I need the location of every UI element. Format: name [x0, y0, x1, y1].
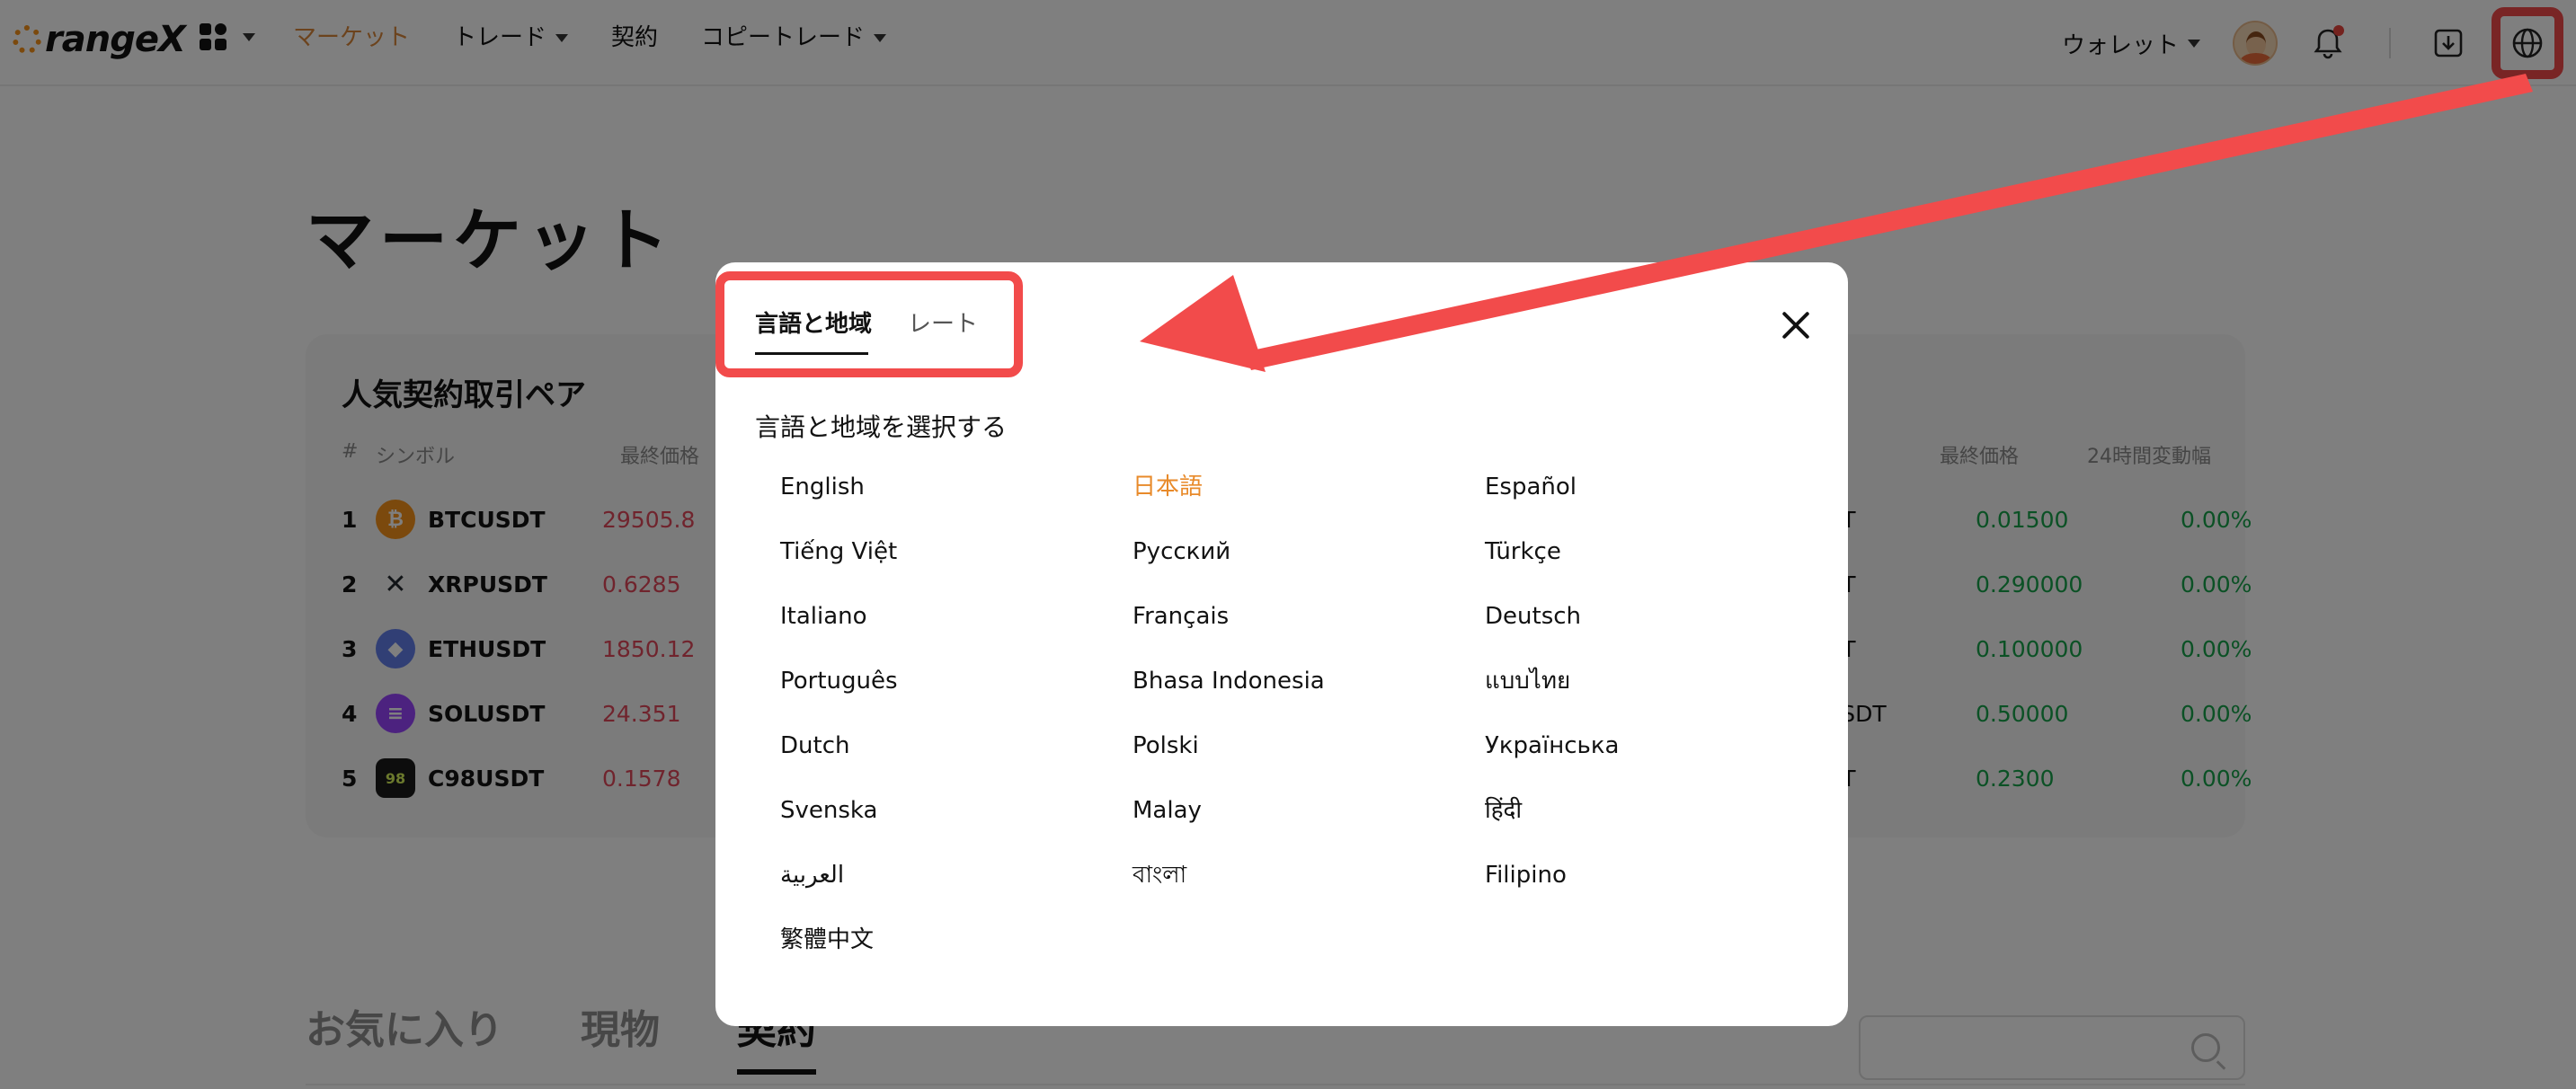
language-option[interactable]: Malay: [1133, 792, 1485, 857]
language-option[interactable]: 日本語: [1133, 469, 1485, 534]
language-option[interactable]: Deutsch: [1485, 598, 1837, 663]
language-option[interactable]: Українська: [1485, 728, 1837, 792]
language-option[interactable]: العربية: [780, 857, 1133, 922]
active-tab-underline: [755, 352, 868, 355]
close-icon[interactable]: [1776, 305, 1816, 345]
language-option[interactable]: Filipino: [1485, 857, 1837, 922]
language-option[interactable]: বাংলা: [1133, 857, 1485, 922]
modal-subtitle: 言語と地域を選択する: [755, 412, 1008, 442]
language-option[interactable]: Português: [780, 663, 1133, 728]
language-option[interactable]: Italiano: [780, 598, 1133, 663]
language-option[interactable]: हिंदी: [1485, 792, 1837, 857]
language-option[interactable]: English: [780, 469, 1133, 534]
language-option[interactable]: Polski: [1133, 728, 1485, 792]
language-option[interactable]: Dutch: [780, 728, 1133, 792]
language-option[interactable]: Français: [1133, 598, 1485, 663]
language-option[interactable]: Bhasa Indonesia: [1133, 663, 1485, 728]
language-option[interactable]: แบบไทย: [1485, 663, 1837, 728]
tab-language-region[interactable]: 言語と地域: [755, 305, 872, 339]
tab-rate[interactable]: レート: [908, 305, 978, 339]
language-list: English 日本語 Español Tiếng Việt Русский Türkçe…: [780, 469, 1841, 987]
language-option[interactable]: 繁體中文: [780, 922, 1133, 987]
language-option[interactable]: Tiếng Việt: [780, 534, 1133, 598]
language-option[interactable]: Svenska: [780, 792, 1133, 857]
language-option[interactable]: Türkçe: [1485, 534, 1837, 598]
language-option[interactable]: Español: [1485, 469, 1837, 534]
language-region-modal: 言語と地域 レート 言語と地域を選択する English 日本語 Español Ti…: [715, 262, 1848, 1026]
language-option[interactable]: Русский: [1133, 534, 1485, 598]
